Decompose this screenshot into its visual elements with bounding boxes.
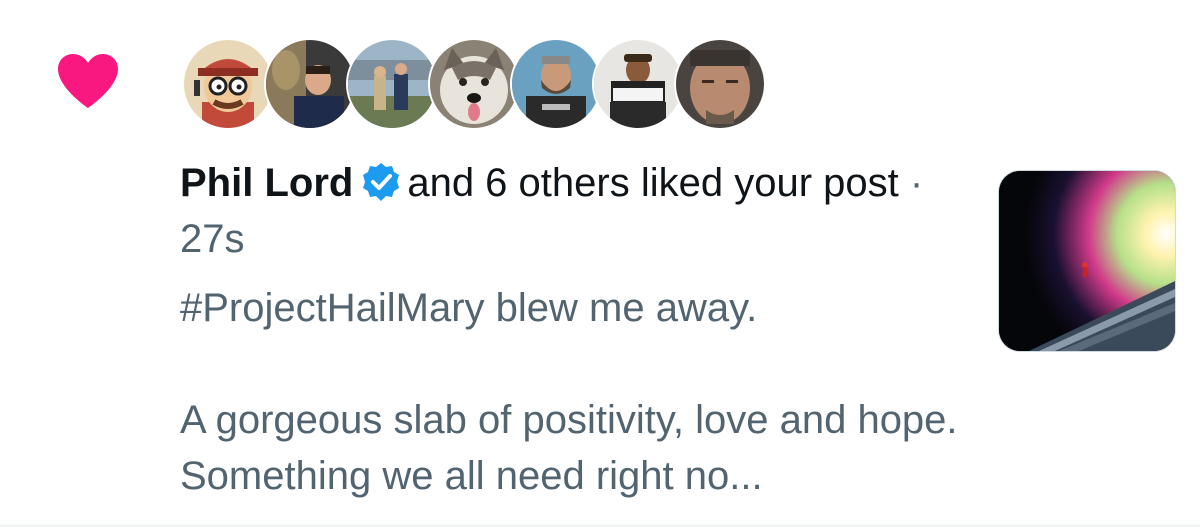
verified-badge-icon [363,163,400,201]
actor-name[interactable]: Phil Lord [180,161,353,205]
post-preview[interactable]: #ProjectHailMary blew me away. A gorgeou… [180,280,960,504]
notification-headline[interactable]: Phil Lord and 6 others liked your post ·… [180,155,940,267]
like-notification[interactable]: Phil Lord and 6 others liked your post ·… [0,0,1200,527]
post-media-thumbnail[interactable] [998,170,1176,352]
liker-avatars [182,38,766,130]
avatar[interactable] [674,38,766,130]
avatar[interactable] [346,38,438,130]
timestamp: 27s [180,217,245,261]
avatar[interactable] [592,38,684,130]
avatar[interactable] [264,38,356,130]
avatar[interactable] [182,38,274,130]
heart-icon [58,54,118,108]
separator-dot: · [909,161,924,205]
avatar[interactable] [428,38,520,130]
post-text-line: A gorgeous slab of positivity, love and … [180,398,958,498]
notification-summary: and 6 others liked your post [407,161,899,205]
post-text-line: #ProjectHailMary blew me away. [180,286,758,330]
avatar[interactable] [510,38,602,130]
